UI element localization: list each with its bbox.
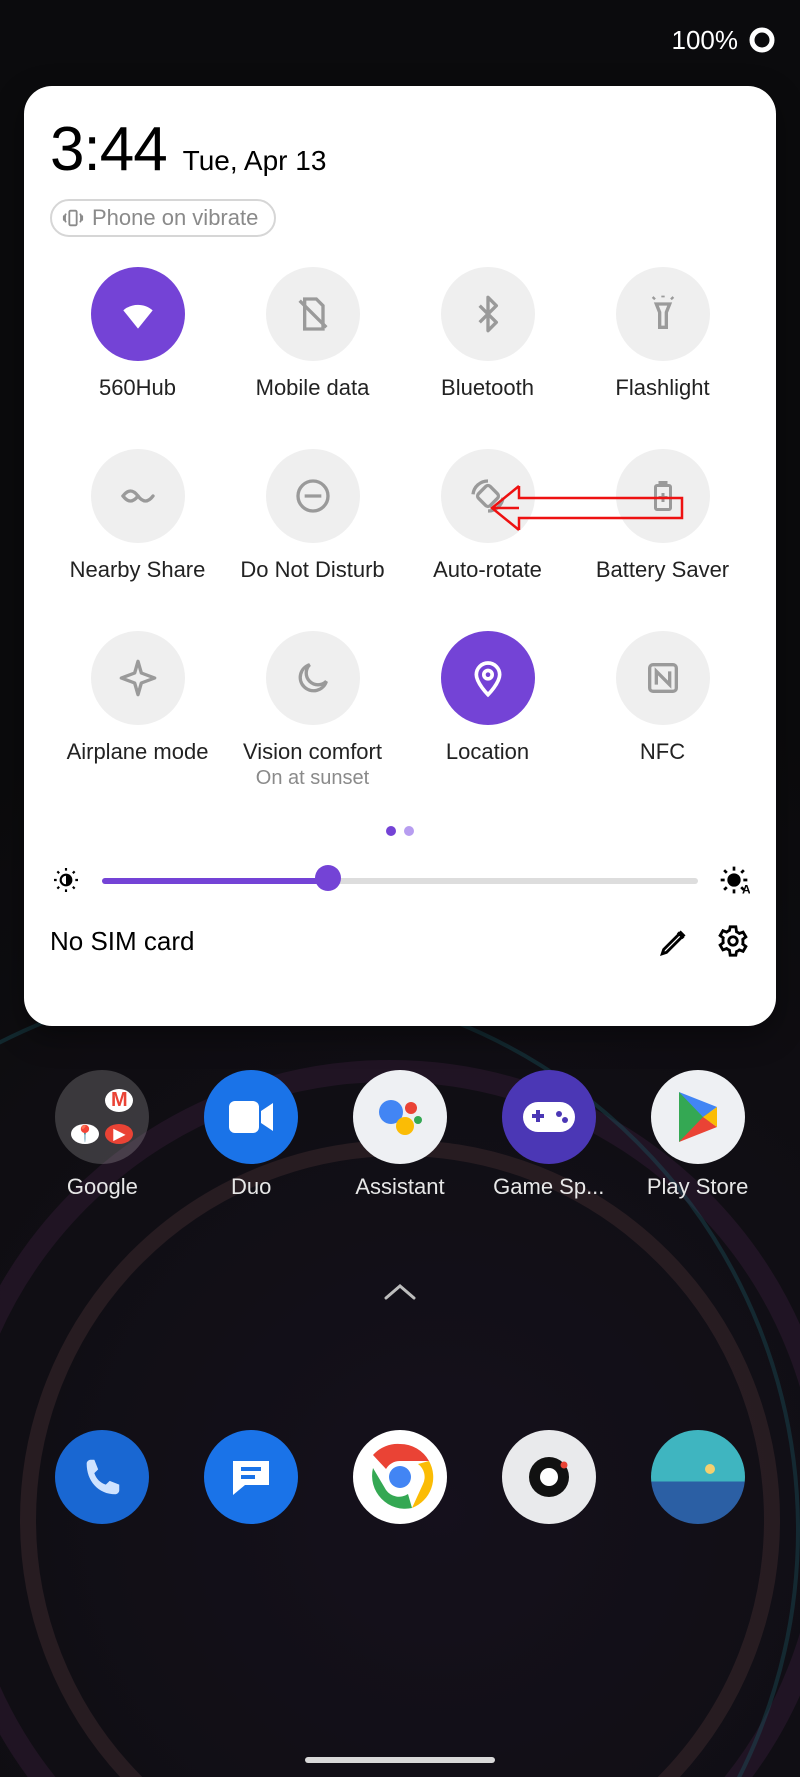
phone-icon: [55, 1430, 149, 1524]
battery-percent: 100%: [672, 25, 739, 56]
tile-location[interactable]: Location: [400, 631, 575, 790]
tile-nfc[interactable]: NFC: [575, 631, 750, 790]
svg-text:A: A: [742, 882, 750, 896]
tile-vision-comfort[interactable]: Vision comfort On at sunset: [225, 631, 400, 790]
tile-label: Auto-rotate: [433, 557, 542, 583]
tile-label: Nearby Share: [70, 557, 206, 583]
app-phone[interactable]: [28, 1430, 177, 1524]
ringer-mode-label: Phone on vibrate: [92, 205, 258, 231]
moon-icon: [293, 658, 333, 698]
tile-label: Airplane mode: [67, 739, 209, 765]
app-chrome[interactable]: [326, 1430, 475, 1524]
tile-wifi[interactable]: 560Hub: [50, 267, 225, 401]
quick-settings-panel: 3:44 Tue, Apr 13 Phone on vibrate 560Hub…: [24, 86, 776, 1026]
camera-icon: [502, 1430, 596, 1524]
tile-nearby-share[interactable]: Nearby Share: [50, 449, 225, 583]
flashlight-icon: [643, 294, 683, 334]
brightness-low-icon: [50, 864, 82, 896]
play-store-icon: [651, 1070, 745, 1164]
tile-label: Do Not Disturb: [240, 557, 384, 583]
settings-button[interactable]: [716, 924, 750, 958]
home-dock: [0, 1430, 800, 1524]
tile-auto-rotate[interactable]: Auto-rotate: [400, 449, 575, 583]
app-google-folder[interactable]: M 📍 ▶ Google: [28, 1070, 177, 1200]
tile-label: Battery Saver: [596, 557, 729, 583]
tile-label: NFC: [640, 739, 685, 765]
tile-label: Location: [446, 739, 529, 765]
bluetooth-icon: [468, 294, 508, 334]
brightness-row: A: [50, 864, 750, 896]
clock-time: 3:44: [50, 114, 167, 185]
tiles-grid: 560Hub Mobile data Bluetooth Flashlight: [50, 267, 750, 790]
battery-ring-icon: [748, 26, 776, 54]
app-label: Game Sp...: [493, 1174, 604, 1200]
duo-icon: [204, 1070, 298, 1164]
app-assistant[interactable]: Assistant: [326, 1070, 475, 1200]
tile-label: Mobile data: [256, 375, 370, 401]
app-label: Google: [67, 1174, 138, 1200]
airplane-icon: [118, 658, 158, 698]
app-drawer-handle[interactable]: [0, 1280, 800, 1304]
no-sim-icon: [293, 294, 333, 334]
app-play-store[interactable]: Play Store: [623, 1070, 772, 1200]
app-label: Duo: [231, 1174, 271, 1200]
auto-rotate-icon: [468, 476, 508, 516]
tile-mobile-data[interactable]: Mobile data: [225, 267, 400, 401]
tile-airplane[interactable]: Airplane mode: [50, 631, 225, 790]
page-indicator: [50, 826, 750, 836]
ringer-mode-chip[interactable]: Phone on vibrate: [50, 199, 276, 237]
tile-label: Vision comfort: [243, 739, 382, 765]
tile-label: Bluetooth: [441, 375, 534, 401]
tile-battery-saver[interactable]: Battery Saver: [575, 449, 750, 583]
nearby-share-icon: [118, 476, 158, 516]
tile-bluetooth[interactable]: Bluetooth: [400, 267, 575, 401]
app-gallery[interactable]: [623, 1430, 772, 1524]
dnd-icon: [293, 476, 333, 516]
app-label: Assistant: [355, 1174, 444, 1200]
pager-dot: [404, 826, 414, 836]
app-duo[interactable]: Duo: [177, 1070, 326, 1200]
app-messages[interactable]: [177, 1430, 326, 1524]
location-icon: [468, 658, 508, 698]
folder-icon: M 📍 ▶: [55, 1070, 149, 1164]
tile-sublabel: On at sunset: [256, 767, 369, 790]
gallery-icon: [651, 1430, 745, 1524]
app-label: Play Store: [647, 1174, 749, 1200]
nfc-icon: [643, 658, 683, 698]
gesture-home-indicator[interactable]: [305, 1757, 495, 1763]
auto-brightness-icon[interactable]: A: [718, 864, 750, 896]
tile-flashlight[interactable]: Flashlight: [575, 267, 750, 401]
sim-status: No SIM card: [50, 926, 634, 957]
assistant-icon: [353, 1070, 447, 1164]
chrome-icon: [353, 1430, 447, 1524]
brightness-slider[interactable]: [102, 868, 698, 892]
app-camera[interactable]: [474, 1430, 623, 1524]
game-space-icon: [502, 1070, 596, 1164]
tile-label: Flashlight: [615, 375, 709, 401]
edit-tiles-button[interactable]: [658, 924, 692, 958]
messages-icon: [204, 1430, 298, 1524]
wifi-icon: [116, 292, 160, 336]
clock-date: Tue, Apr 13: [183, 145, 327, 177]
tile-label: 560Hub: [99, 375, 176, 401]
home-apps-row-1: M 📍 ▶ Google Duo Assistant Game Sp... Pl…: [0, 1070, 800, 1200]
status-bar: 100%: [0, 0, 800, 80]
tile-dnd[interactable]: Do Not Disturb: [225, 449, 400, 583]
vibrate-icon: [62, 207, 84, 229]
pager-dot: [386, 826, 396, 836]
app-game-space[interactable]: Game Sp...: [474, 1070, 623, 1200]
battery-saver-icon: [645, 478, 681, 514]
